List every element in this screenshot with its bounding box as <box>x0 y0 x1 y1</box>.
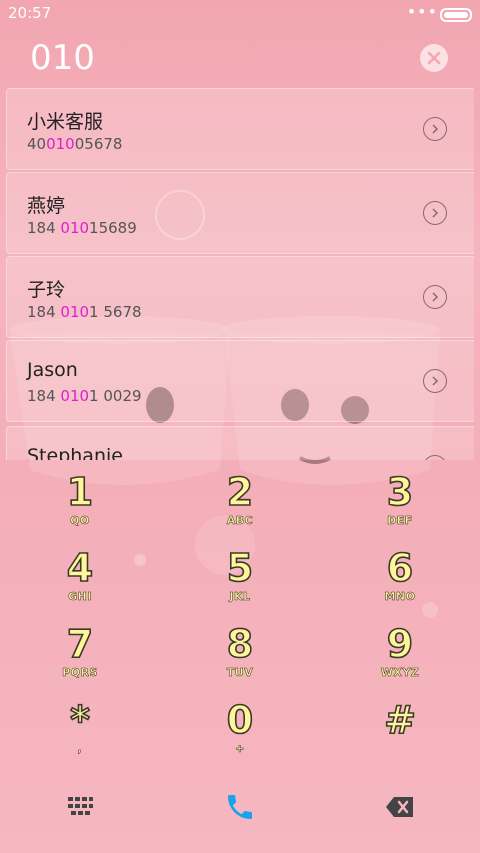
key-digit: 5 <box>226 545 254 591</box>
contact-detail-button[interactable] <box>423 201 447 225</box>
contact-name: 小米客服 <box>27 111 104 133</box>
status-time: 20:57 <box>8 4 52 22</box>
contact-number: 184 01015689 <box>27 219 137 237</box>
key-digit: 0 <box>226 697 254 743</box>
key-digit: 9 <box>386 621 414 667</box>
key-digit: 4 <box>66 545 94 591</box>
chevron-right-icon <box>432 376 439 386</box>
signal-dots-icon: ••• <box>406 2 438 21</box>
contact-results-list[interactable]: 小米客服 4001005678 燕婷 184 01015689 子玲 184 0… <box>6 88 474 460</box>
contact-name: Stephanie <box>27 445 123 460</box>
status-bar: 20:57 ••• <box>0 0 480 28</box>
key-digit: 7 <box>66 621 94 667</box>
voicemail-icon: QO <box>70 514 90 528</box>
dial-input-display[interactable]: 010 <box>30 38 95 78</box>
key-letters: + <box>235 742 245 756</box>
key-8[interactable]: 8 TUV <box>180 621 300 694</box>
contact-row[interactable]: Stephanie <box>6 426 474 460</box>
contact-detail-button[interactable] <box>423 285 447 309</box>
keypad-grid-icon <box>68 797 93 815</box>
key-6[interactable]: 6 MNO <box>340 545 460 618</box>
key-4[interactable]: 4 GHI <box>20 545 140 618</box>
key-digit: 3 <box>386 469 414 515</box>
key-1[interactable]: 1 QO <box>20 469 140 542</box>
contact-row[interactable]: Jason 184 0101 0029 <box>6 340 474 422</box>
key-digit: 6 <box>386 545 414 591</box>
key-star[interactable]: * , <box>20 697 140 770</box>
contact-row[interactable]: 燕婷 184 01015689 <box>6 172 474 254</box>
key-digit: # <box>383 697 416 743</box>
battery-icon <box>440 8 472 22</box>
contact-number: 4001005678 <box>27 135 123 153</box>
key-2[interactable]: 2 ABC <box>180 469 300 542</box>
contact-number: 184 0101 5678 <box>27 303 142 321</box>
contact-row[interactable]: 小米客服 4001005678 <box>6 88 474 170</box>
key-letters: MNO <box>384 590 416 604</box>
contact-number: 184 0101 0029 <box>27 387 142 405</box>
call-button[interactable] <box>215 782 265 832</box>
keypad-toggle-button[interactable] <box>55 782 105 832</box>
key-hash[interactable]: # <box>340 697 460 770</box>
key-3[interactable]: 3 DEF <box>340 469 460 542</box>
chevron-right-icon <box>432 124 439 134</box>
dialer-bottom-bar <box>0 772 480 844</box>
key-letters: DEF <box>387 514 413 528</box>
contact-row[interactable]: 子玲 184 0101 5678 <box>6 256 474 338</box>
key-0[interactable]: 0 + <box>180 697 300 770</box>
contact-name: 子玲 <box>27 279 66 301</box>
key-letters: PQRS <box>62 666 98 680</box>
key-5[interactable]: 5 JKL <box>180 545 300 618</box>
delete-button[interactable] <box>375 782 425 832</box>
key-digit: 2 <box>226 469 254 515</box>
key-letters: GHI <box>68 590 92 604</box>
key-digit: * <box>69 697 90 743</box>
key-letters: WXYZ <box>380 666 420 680</box>
key-digit: 1 <box>66 469 94 515</box>
key-digit: 8 <box>226 621 254 667</box>
key-letters: JKL <box>229 590 251 604</box>
key-9[interactable]: 9 WXYZ <box>340 621 460 694</box>
key-letters: ABC <box>226 514 254 528</box>
chevron-right-icon <box>432 292 439 302</box>
key-letters: , <box>77 742 83 756</box>
contact-detail-button[interactable] <box>423 117 447 141</box>
phone-icon <box>228 795 252 819</box>
contact-name: Jason <box>27 359 78 381</box>
contact-name: 燕婷 <box>27 195 66 217</box>
close-icon <box>427 51 441 65</box>
backspace-icon <box>386 797 413 817</box>
dial-keypad: 1 QO 2 ABC 3 DEF 4 GHI 5 JKL 6 MNO 7 PQR… <box>0 460 480 760</box>
chevron-right-icon <box>432 208 439 218</box>
key-letters: TUV <box>226 666 254 680</box>
contact-detail-button[interactable] <box>423 369 447 393</box>
clear-input-button[interactable] <box>420 44 448 72</box>
key-7[interactable]: 7 PQRS <box>20 621 140 694</box>
